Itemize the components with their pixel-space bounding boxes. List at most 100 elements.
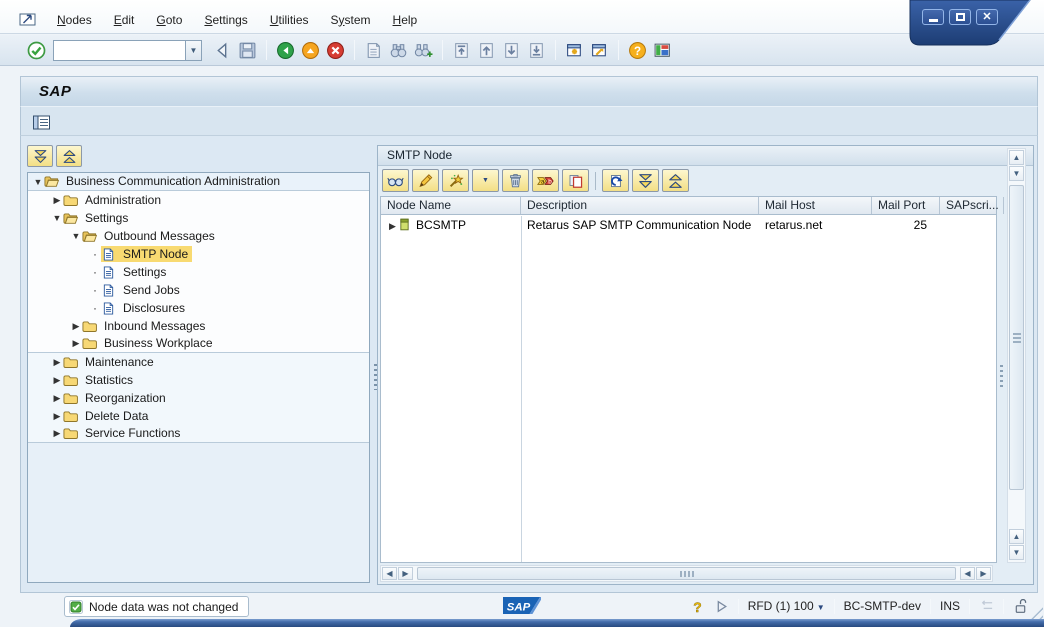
menu-goto[interactable]: Goto <box>145 10 193 30</box>
menu-help[interactable]: Help <box>382 10 429 30</box>
horizontal-scroll-thumb[interactable] <box>417 567 956 580</box>
vertical-scrollbar[interactable]: ▲ ▼ ▲ ▼ <box>1007 148 1026 563</box>
scroll-left-button[interactable]: ◀ <box>382 567 397 580</box>
back-button[interactable] <box>273 38 298 63</box>
tree-item-label: Administration <box>84 192 165 209</box>
new-session-button[interactable] <box>562 38 587 63</box>
scroll-right-button[interactable]: ▶ <box>976 567 991 580</box>
exit-button[interactable] <box>298 38 323 63</box>
chevron-down-icon[interactable]: ▼ <box>32 177 44 187</box>
display-button[interactable] <box>382 169 409 192</box>
expand-all-button[interactable] <box>27 145 53 167</box>
collapse-all-button[interactable] <box>662 169 689 192</box>
minimize-button[interactable] <box>922 9 944 25</box>
menu-utilities[interactable]: Utilities <box>259 10 320 30</box>
navigation-tree: ▼Business Communication Administration ▶ A… <box>27 172 370 583</box>
tree-item-outbound-messages[interactable]: ▼Outbound Messages <box>28 227 369 245</box>
scroll-down-button[interactable]: ▼ <box>1009 166 1024 181</box>
vertical-scroll-thumb[interactable] <box>1009 185 1024 490</box>
create-shortcut-button[interactable] <box>587 38 612 63</box>
chevron-right-icon[interactable]: ▶ <box>70 338 82 349</box>
find-button[interactable] <box>386 38 411 63</box>
menu-settings[interactable]: Settings <box>193 10 258 30</box>
chevron-right-icon[interactable]: ▶ <box>387 221 398 232</box>
help-status-icon[interactable]: ? <box>690 599 705 614</box>
cancel-button[interactable] <box>323 38 348 63</box>
tree-item-reorganization[interactable]: ▶Reorganization <box>28 389 369 407</box>
tree-item-label: Disclosures <box>122 300 189 317</box>
tree-item-delete-data[interactable]: ▶Delete Data <box>28 407 369 425</box>
chevron-right-icon[interactable]: ▶ <box>51 357 63 368</box>
system-menu-icon[interactable] <box>19 12 36 27</box>
chevron-right-icon[interactable]: ▶ <box>51 195 63 206</box>
last-page-button[interactable] <box>524 38 549 63</box>
expand-all-button[interactable] <box>632 169 659 192</box>
scroll-down-button-bottom[interactable]: ▼ <box>1009 545 1024 560</box>
column-header-description[interactable]: Description <box>521 197 759 214</box>
delete-button[interactable] <box>502 169 529 192</box>
scroll-right-button-left[interactable]: ▶ <box>398 567 413 580</box>
create-wizard-button-dropdown[interactable]: ▼ <box>472 169 499 192</box>
column-header-node-name[interactable]: Node Name <box>381 197 521 214</box>
svg-text:?: ? <box>693 599 702 614</box>
find-next-button[interactable] <box>411 38 436 63</box>
overview-button[interactable] <box>29 109 54 134</box>
cell-node-name: ▶BCSMTP <box>381 218 521 232</box>
print-button[interactable] <box>361 38 386 63</box>
tree-item-service-functions[interactable]: ▶Service Functions <box>28 425 369 443</box>
customize-layout-button[interactable] <box>650 38 675 63</box>
save-button[interactable] <box>235 38 260 63</box>
status-message-field[interactable]: Node data was not changed <box>64 596 249 617</box>
command-dropdown-button[interactable]: ▼ <box>185 40 202 61</box>
column-header-mail-host[interactable]: Mail Host <box>759 197 872 214</box>
enter-button[interactable] <box>24 38 49 63</box>
data-transfer-icon <box>979 599 994 614</box>
scroll-up-button-bottom[interactable]: ▲ <box>1009 529 1024 544</box>
scroll-up-button[interactable]: ▲ <box>1009 150 1024 165</box>
help-button[interactable]: ? <box>625 38 650 63</box>
column-header-sapscri-[interactable]: SAPscri... <box>940 197 1004 214</box>
lock-open-icon[interactable] <box>1013 599 1028 614</box>
rename-button[interactable]: ab <box>532 169 559 192</box>
next-page-button[interactable] <box>499 38 524 63</box>
continue-button[interactable] <box>210 38 235 63</box>
scroll-left-button-right[interactable]: ◀ <box>960 567 975 580</box>
tree-item-business-workplace[interactable]: ▶Business Workplace <box>28 335 369 353</box>
tree-item-smtp-node[interactable]: ·SMTP Node <box>28 245 369 263</box>
copy-button[interactable] <box>562 169 589 192</box>
refresh-button[interactable] <box>602 169 629 192</box>
create-wizard-button[interactable] <box>442 169 469 192</box>
play-icon[interactable] <box>714 599 729 614</box>
menu-edit[interactable]: Edit <box>103 10 146 30</box>
tree-item-inbound-messages[interactable]: ▶Inbound Messages <box>28 317 369 335</box>
menu-nodes[interactable]: Nodes <box>46 10 103 30</box>
tree-item-administration[interactable]: ▶ Administration <box>28 191 369 209</box>
collapse-all-button[interactable] <box>56 145 82 167</box>
maximize-button[interactable] <box>949 9 971 25</box>
tree-item-settings[interactable]: ·Settings <box>28 263 369 281</box>
chevron-right-icon[interactable]: ▶ <box>51 428 63 439</box>
tree-item-settings[interactable]: ▼Settings <box>28 209 369 227</box>
tree-item-statistics[interactable]: ▶Statistics <box>28 371 369 389</box>
menu-system[interactable]: System <box>320 10 382 30</box>
tree-item-disclosures[interactable]: ·Disclosures <box>28 299 369 317</box>
tree-item-business-communication-administration[interactable]: ▼Business Communication Administration <box>28 173 369 191</box>
chevron-down-icon[interactable]: ▼ <box>70 231 82 241</box>
change-button[interactable] <box>412 169 439 192</box>
system-session-selector[interactable]: RFD (1) 100▼ <box>748 599 825 613</box>
tree-item-maintenance[interactable]: ▶Maintenance <box>28 353 369 371</box>
sap-logo: SAP <box>503 596 541 615</box>
chevron-right-icon[interactable]: ▶ <box>51 411 63 422</box>
previous-page-button[interactable] <box>474 38 499 63</box>
chevron-down-icon[interactable]: ▼ <box>51 213 63 223</box>
close-button[interactable]: ✕ <box>976 9 998 25</box>
horizontal-scrollbar[interactable]: ◀ ▶ ◀ ▶ <box>380 565 993 582</box>
chevron-right-icon[interactable]: ▶ <box>70 321 82 332</box>
first-page-button[interactable] <box>449 38 474 63</box>
tree-item-send-jobs[interactable]: ·Send Jobs <box>28 281 369 299</box>
column-header-mail-port[interactable]: Mail Port <box>872 197 940 214</box>
table-row[interactable]: ▶BCSMTPRetarus SAP SMTP Communication No… <box>381 216 996 234</box>
chevron-right-icon[interactable]: ▶ <box>51 393 63 404</box>
chevron-right-icon[interactable]: ▶ <box>51 375 63 386</box>
command-input[interactable] <box>53 40 185 61</box>
